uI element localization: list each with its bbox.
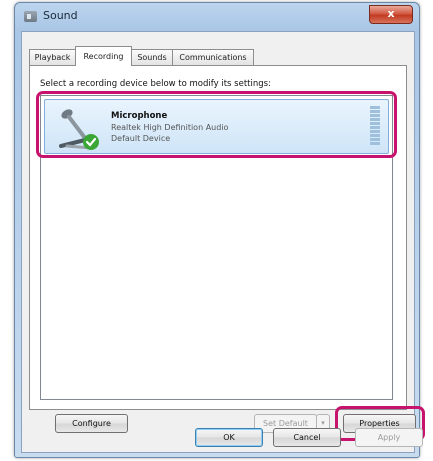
device-name: Microphone [111, 111, 168, 121]
ok-button[interactable]: OK [195, 428, 263, 447]
level-meter [370, 106, 380, 148]
close-button[interactable]: x [369, 5, 413, 24]
configure-button[interactable]: Configure [55, 414, 128, 433]
recording-tab-page: Select a recording device below to modif… [29, 65, 407, 410]
sound-dialog: Sound x Playback Recording Sounds Commun… [14, 2, 425, 458]
dialog-body: Playback Recording Sounds Communications… [21, 31, 425, 453]
device-row-microphone[interactable]: Microphone Realtek High Definition Audio… [36, 91, 397, 158]
apply-button[interactable]: Apply [355, 428, 423, 447]
tab-recording[interactable]: Recording [75, 46, 132, 66]
tab-playback[interactable]: Playback [29, 49, 76, 65]
cancel-button[interactable]: Cancel [273, 428, 341, 447]
title-bar[interactable]: Sound x [15, 3, 419, 31]
speaker-icon [24, 11, 37, 22]
checkmark-icon [83, 134, 99, 150]
tab-communications[interactable]: Communications [172, 49, 254, 65]
window-title: Sound [43, 9, 78, 22]
device-description: Realtek High Definition Audio [111, 123, 229, 132]
device-status: Default Device [111, 134, 171, 143]
microphone-icon [59, 109, 99, 150]
instruction-text: Select a recording device below to modif… [40, 79, 271, 89]
tab-sounds[interactable]: Sounds [131, 49, 173, 65]
device-list[interactable]: Microphone Realtek High Definition Audio… [36, 91, 397, 400]
